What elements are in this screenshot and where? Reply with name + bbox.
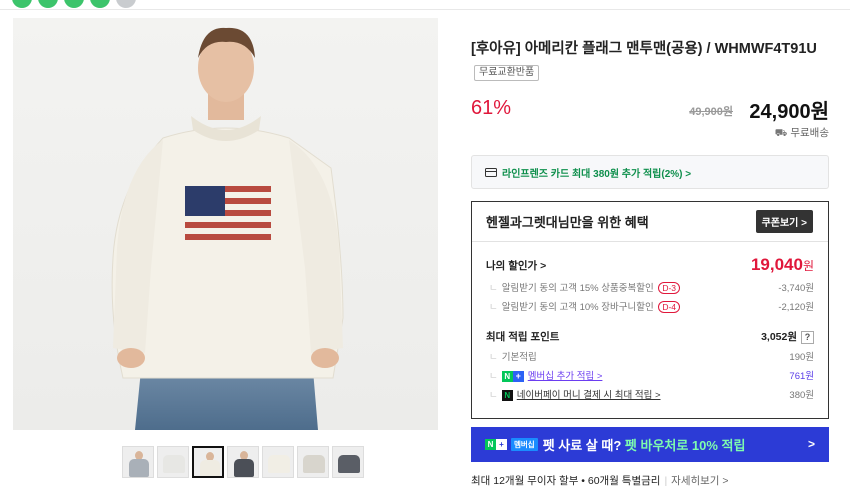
my-discount-unit: 원: [802, 259, 814, 273]
indicator-dot: [64, 0, 84, 8]
installment-text: 최대 12개월 무이자 할부 • 60개월 특별금리: [471, 475, 661, 487]
card-promo-text: 라인프렌즈 카드 최대 380원 추가 적립(2%) >: [502, 168, 692, 180]
naverpay-points-value: 380원: [789, 390, 814, 401]
thumbnail-1[interactable]: [122, 446, 154, 478]
d-day-tag: D-4: [658, 301, 681, 313]
thumbnail-6[interactable]: [297, 446, 329, 478]
max-points-value: 3,052원: [761, 331, 797, 343]
discount-row-2: ㄴ 알림받기 동의 고객 10% 장바구니할인 D-4 -2,120원: [486, 299, 814, 313]
discount-row-1: ㄴ 알림받기 동의 고객 15% 상품중복할인 D-3 -3,740원: [486, 280, 814, 294]
pet-voucher-banner[interactable]: N + 멤버십 펫 사료 살 때? 펫 바우처로 10% 적립 >: [471, 427, 829, 462]
benefit-title: 헨젤과그렛대님만을 위한 혜택: [486, 215, 649, 230]
max-points-label: 최대 적립 포인트: [486, 331, 560, 343]
points-row-naverpay: ㄴ N 네이버페이 머니 결제 시 최대 적립 > 380원: [486, 387, 814, 401]
membership-tag: 멤버십: [511, 438, 538, 451]
my-discount-price: 19,040원: [751, 255, 814, 275]
product-info-panel: [후아유] 아메리칸 플래그 맨투맨(공용) / WHMWF4T91U 무료교환…: [471, 18, 829, 488]
my-discount-row[interactable]: 나의 할인가 > 19,040원: [486, 255, 814, 275]
naver-pay-icon: N: [501, 390, 513, 401]
chevron-right-icon: >: [807, 437, 815, 451]
help-icon[interactable]: ?: [801, 331, 814, 344]
discount-1-value: -3,740원: [778, 283, 814, 294]
product-title-text: [후아유] 아메리칸 플래그 맨투맨(공용) / WHMWF4T91U: [471, 41, 817, 57]
points-row-basic: ㄴ 기본적립 190원: [486, 349, 814, 363]
discount-2-value: -2,120원: [778, 302, 814, 313]
price-row: 61% 49,900원 24,900원: [471, 95, 829, 127]
indicator-dot: [90, 0, 110, 8]
indicator-dot: [116, 0, 136, 8]
discount-1-label: 알림받기 동의 고객 15% 상품중복할인: [501, 283, 654, 294]
installment-info: 최대 12개월 무이자 할부 • 60개월 특별금리 | 자세히보기 >: [471, 475, 729, 487]
discount-2-label: 알림받기 동의 고객 10% 장바구니할인: [501, 302, 654, 313]
my-discount-value: 19,040: [750, 255, 803, 274]
thumbnail-4[interactable]: [227, 446, 259, 478]
d-day-tag: D-3: [658, 282, 681, 294]
basic-points-value: 190원: [789, 352, 814, 363]
indicator-dot: [12, 0, 32, 8]
banner-text-prefix: 펫 사료 살 때?: [542, 438, 622, 453]
points-row-membership: ㄴ N + 멤버십 추가 적립 > 761원: [486, 368, 814, 382]
basic-points-label: 기본적립: [501, 352, 537, 363]
model-sweatshirt-illustration: [111, 27, 344, 430]
free-return-badge: 무료교환반품: [474, 65, 540, 81]
thumbnail-strip: [122, 446, 364, 478]
naver-plus-badge-icon: N +: [501, 371, 524, 382]
membership-points-link[interactable]: 멤버십 추가 적립 >: [528, 371, 603, 382]
thumbnail-3-selected[interactable]: [192, 446, 224, 478]
discount-rate: 61%: [471, 97, 512, 119]
shipping-label: 무료배송: [790, 127, 829, 139]
credit-card-icon: [485, 167, 497, 177]
card-promo-banner[interactable]: 라인프렌즈 카드 최대 380원 추가 적립(2%) >: [471, 155, 829, 189]
member-benefit-box: 헨젤과그렛대님만을 위한 혜택 쿠폰보기 > 나의 할인가 > 19,040원 …: [471, 201, 829, 419]
product-main-image[interactable]: [13, 18, 438, 430]
max-points-row: 최대 적립 포인트 3,052원?: [486, 329, 814, 344]
thumbnail-5[interactable]: [262, 446, 294, 478]
top-divider: [0, 9, 850, 10]
thumbnail-7[interactable]: [332, 446, 364, 478]
coupon-view-button[interactable]: 쿠폰보기 >: [755, 210, 813, 233]
original-price: 49,900원: [689, 106, 733, 118]
naver-plus-icon: N +: [485, 439, 507, 450]
banner-text-highlight: 펫 바우처로 10% 적립: [624, 438, 746, 453]
installment-more-link[interactable]: 자세히보기 >: [671, 475, 728, 487]
benefit-header: 헨젤과그렛대님만을 위한 혜택 쿠폰보기 >: [472, 202, 828, 242]
benefit-body: 나의 할인가 > 19,040원 ㄴ 알림받기 동의 고객 15% 상품중복할인 …: [472, 242, 828, 401]
naverpay-points-link[interactable]: 네이버페이 머니 결제 시 최대 적립 >: [517, 390, 661, 401]
product-title: [후아유] 아메리칸 플래그 맨투맨(공용) / WHMWF4T91U 무료교환…: [471, 37, 829, 85]
truck-icon: ⛟: [774, 128, 788, 139]
thumbnail-2[interactable]: [157, 446, 189, 478]
membership-points-value: 761원: [789, 371, 814, 382]
sale-price: 24,900원: [749, 101, 829, 123]
indicator-dot: [38, 0, 58, 8]
shipping-info: ⛟ 무료배송: [471, 125, 829, 141]
my-discount-label[interactable]: 나의 할인가 >: [486, 258, 546, 273]
top-indicator-dots: [12, 0, 136, 8]
